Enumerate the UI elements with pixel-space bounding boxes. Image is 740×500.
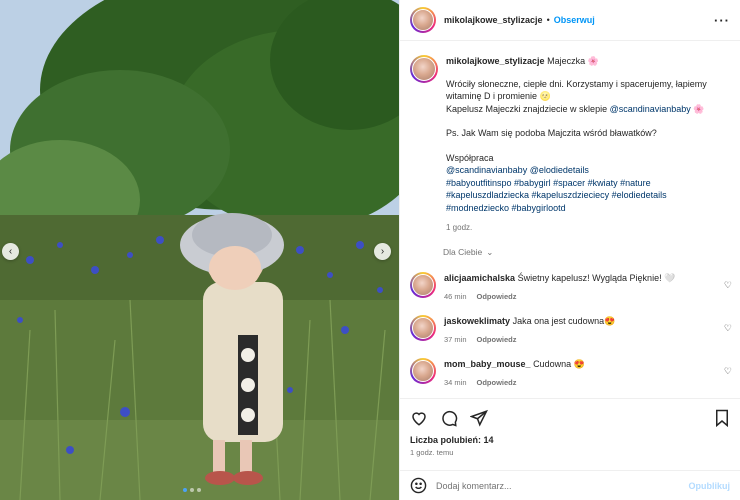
separator-dot: • [546,15,550,25]
likes-count[interactable]: Liczba polubień: 14 [400,429,740,445]
comment-item: jaskoweklimaty Jaka ona jest cudowna😍 37… [400,301,740,344]
comment-text: Cudowna 😍 [533,358,585,369]
author-username[interactable]: mikolajkowe_stylizacje [444,15,543,25]
caption-line2-prefix: Kapelusz Majeczki znajdziecie w sklepie [446,103,608,114]
bookmark-icon[interactable] [714,409,730,427]
caption-avatar[interactable] [410,55,438,83]
comment-text: Świetny kapelusz! Wygląda Pięknie! 🤍 [517,272,676,283]
emoji-icon[interactable] [410,477,427,494]
comment-item: mom_baby_mouse_ Cudowna 😍 34 min Odpowie… [400,344,740,387]
post-comment-button[interactable]: Opublikuj [689,481,731,491]
like-comment-heart-icon[interactable]: ♡ [724,323,732,334]
caption-line4: Współpraca [446,152,494,163]
posted-time: 1 godz. temu [410,448,454,457]
comment-username[interactable]: mom_baby_mouse_ [444,359,531,369]
heart-icon[interactable] [410,409,428,427]
more-horizontal-icon[interactable]: ··· [714,13,730,28]
comments-sort-toggle[interactable]: Dla Ciebie ⌄ [400,235,740,258]
comment-avatar[interactable] [410,314,436,341]
caption-username[interactable]: mikolajkowe_stylizacje [446,56,545,66]
carousel-dot [183,488,187,492]
author-avatar[interactable] [410,7,436,33]
reply-button[interactable]: Odpowiedz [477,378,517,387]
comment-input[interactable] [436,480,680,491]
chevron-down-icon: ⌄ [486,246,494,257]
caption-title: Majeczka 🌸 [547,56,599,66]
post-side-panel: mikolajkowe_stylizacje • Obserwuj ··· mi… [399,0,740,500]
post-actions: Liczba polubień: 14 1 godz. temu Opublik… [400,398,740,500]
comment-time: 46 min [444,291,467,301]
like-comment-heart-icon[interactable]: ♡ [724,366,732,377]
caption-mentions[interactable]: @scandinavianbaby @elodiedetails [446,164,730,177]
caption-mention-link[interactable]: @scandinavianbaby [610,104,691,114]
comment-username[interactable]: alicjaamichalska [444,273,515,283]
carousel-prev-button[interactable]: ‹ [2,243,19,260]
comments-scroll-area[interactable]: mikolajkowe_stylizacje Majeczka 🌸 Wrócił… [400,41,740,398]
comments-sort-label: Dla Ciebie [443,247,483,257]
comment-username[interactable]: jaskoweklimaty [444,316,510,326]
like-comment-heart-icon[interactable]: ♡ [724,280,732,291]
carousel-dot [197,488,201,492]
likes-number: 14 [483,435,494,445]
post-header: mikolajkowe_stylizacje • Obserwuj ··· [400,0,740,41]
comment-item: alicjaamichalska Świetny kapelusz! Wyglą… [400,258,740,301]
follow-button[interactable]: Obserwuj [554,15,595,25]
photo-illustration [0,0,399,500]
caption: mikolajkowe_stylizacje Majeczka 🌸 Wrócił… [400,41,740,235]
caption-time: 1 godz. [446,223,473,232]
reply-button[interactable]: Odpowiedz [477,292,517,301]
comment-text: Jaka ona jest cudowna😍 [512,315,616,326]
comment-avatar[interactable] [410,271,436,298]
share-icon[interactable] [470,409,488,427]
comment-time: 34 min [444,377,467,387]
caption-line2-suffix: 🌸 [693,103,705,114]
post-photo[interactable]: ‹ › [0,0,399,500]
comment-time: 37 min [444,334,467,344]
caption-hashtags[interactable]: #babyoutfitinspo #babygirl #spacer #kwia… [446,177,730,215]
carousel-next-button[interactable]: › [374,243,391,260]
action-icons [400,399,740,429]
carousel-dots [183,488,201,492]
likes-label: Liczba polubień: [410,435,481,445]
comment-icon[interactable] [440,409,458,427]
caption-line3: Ps. Jak Wam się podoba Majczita wśród bł… [446,128,657,138]
comment-composer: Opublikuj [400,470,740,500]
carousel-dot [190,488,194,492]
reply-button[interactable]: Odpowiedz [477,335,517,344]
comment-avatar[interactable] [410,357,436,384]
caption-line1: Wróciły słoneczne, ciepłe dni. Korzystam… [446,78,707,102]
